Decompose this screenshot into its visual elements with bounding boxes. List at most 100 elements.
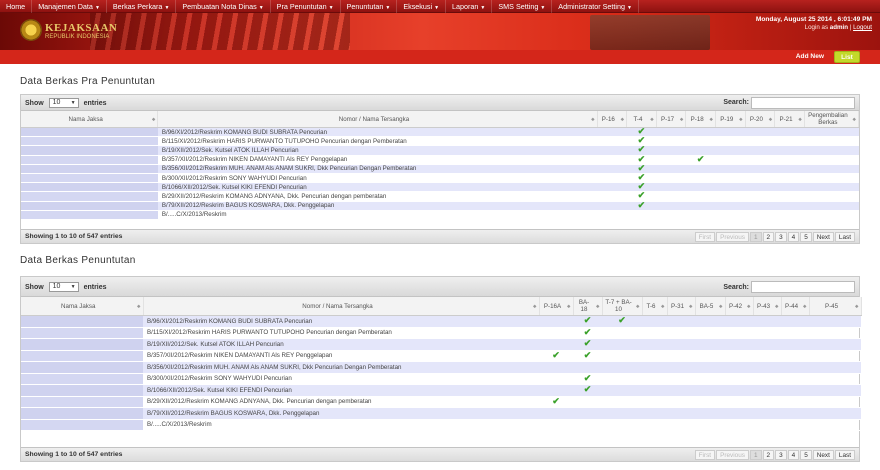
- column-status[interactable]: P-44 ◆: [781, 297, 810, 316]
- column-nama-jaksa[interactable]: Nama Jaksa ◆: [21, 111, 159, 128]
- column-status[interactable]: P-43 ◆: [753, 297, 782, 316]
- search-input[interactable]: [751, 281, 855, 293]
- table-row[interactable]: B/357/XII/2012/Reskrim NIKEN DAMAYANTI A…: [21, 350, 861, 362]
- nomor-tersangka-cell[interactable]: B/356/XII/2012/Reskrim MUH. ANAM Als ANA…: [157, 164, 598, 174]
- column-status[interactable]: P-18 ◆: [685, 111, 716, 128]
- table-row[interactable]: B/29/XII/2012/Reskrim KOMANG ADNYANA, Dk…: [21, 191, 859, 202]
- table-row[interactable]: B/96/XI/2012/Reskrim KOMANG BUDI SUBRATA…: [21, 127, 859, 138]
- nomor-tersangka-cell[interactable]: B/1066/XII/2012/Sek. Kutsel KIKI EFENDI …: [143, 384, 539, 397]
- table-row[interactable]: B/115/XI/2012/Reskrim HARIS PURWANTO TUT…: [21, 327, 861, 339]
- table-row[interactable]: B/1066/XII/2012/Sek. Kutsel KIKI EFENDI …: [21, 182, 859, 193]
- page-size-select[interactable]: 10 ▼: [48, 98, 79, 108]
- column-status[interactable]: T-4 ◆: [626, 111, 657, 128]
- search-input[interactable]: [751, 97, 855, 109]
- page-button[interactable]: 2: [762, 450, 775, 460]
- column-status[interactable]: P-45 ◆: [809, 297, 862, 316]
- list-button[interactable]: List: [834, 51, 860, 63]
- nav-item[interactable]: Pembuatan Nota Dinas ▼: [176, 0, 271, 13]
- column-status[interactable]: BA-18 ◆: [573, 297, 603, 316]
- logout-link[interactable]: Logout: [853, 24, 872, 31]
- nomor-tersangka-cell[interactable]: B/29/XII/2012/Reskrim KOMANG ADNYANA, Dk…: [143, 396, 539, 408]
- table-row[interactable]: B/300/XII/2012/Reskrim SONY WAHYUDI Penc…: [21, 373, 861, 385]
- nav-item[interactable]: Home: [0, 0, 33, 13]
- table-row[interactable]: B/300/XII/2012/Reskrim SONY WAHYUDI Penc…: [21, 173, 859, 184]
- table-row[interactable]: B/115/XI/2012/Reskrim HARIS PURWANTO TUT…: [21, 136, 859, 147]
- column-status[interactable]: P-31 ◆: [667, 297, 696, 316]
- nav-item[interactable]: Penuntutan ▼: [341, 0, 398, 13]
- column-status[interactable]: P-19 ◆: [715, 111, 746, 128]
- page-button[interactable]: First: [694, 450, 716, 460]
- column-status[interactable]: P-42 ◆: [725, 297, 754, 316]
- page-button[interactable]: 2: [762, 232, 775, 242]
- table-row[interactable]: B/79/XII/2012/Reskrim BAGUS KOSWARA, Dkk…: [21, 407, 861, 420]
- page-button[interactable]: Next: [812, 232, 834, 242]
- table-row[interactable]: B/19/XII/2012/Sek. Kutsel ATOK ILLAH Pen…: [21, 145, 859, 156]
- page-button[interactable]: 1: [749, 232, 762, 242]
- nomor-tersangka-cell[interactable]: B/300/XII/2012/Reskrim SONY WAHYUDI Penc…: [143, 373, 539, 385]
- page-button[interactable]: 1: [749, 450, 762, 460]
- nav-item[interactable]: Berkas Perkara ▼: [107, 0, 177, 13]
- table-row[interactable]: B/29/XII/2012/Reskrim KOMANG ADNYANA, Dk…: [21, 396, 861, 408]
- status-cell: [715, 201, 746, 211]
- nomor-tersangka-cell[interactable]: B/357/XII/2012/Reskrim NIKEN DAMAYANTI A…: [143, 350, 539, 362]
- column-status[interactable]: BA-5 ◆: [695, 297, 726, 316]
- page-button[interactable]: 5: [800, 232, 812, 242]
- page-button[interactable]: 5: [800, 450, 812, 460]
- column-nama-jaksa[interactable]: Nama Jaksa ◆: [21, 297, 144, 316]
- nomor-tersangka-cell[interactable]: B/.....C/X/2013/Reskrim: [143, 419, 539, 431]
- nav-item[interactable]: Administrator Setting ▼: [552, 0, 639, 13]
- nomor-tersangka-cell[interactable]: B/19/XII/2012/Sek. Kutsel ATOK ILLAH Pen…: [143, 338, 539, 351]
- nomor-tersangka-cell[interactable]: B/19/XII/2012/Sek. Kutsel ATOK ILLAH Pen…: [157, 145, 598, 156]
- add-new-button[interactable]: Add New: [796, 52, 824, 62]
- page-button[interactable]: 4: [787, 232, 800, 242]
- nav-item[interactable]: Eksekusi ▼: [397, 0, 447, 13]
- column-nomor-tersangka[interactable]: Nomor / Nama Tersangka ◆: [143, 297, 540, 316]
- nomor-tersangka-cell[interactable]: B/357/XII/2012/Reskrim NIKEN DAMAYANTI A…: [157, 155, 598, 165]
- page-button[interactable]: Last: [834, 450, 855, 460]
- nomor-tersangka-cell[interactable]: B/300/XII/2012/Reskrim SONY WAHYUDI Penc…: [157, 173, 598, 184]
- table-row[interactable]: B/19/XII/2012/Sek. Kutsel ATOK ILLAH Pen…: [21, 338, 861, 351]
- table-row[interactable]: B/356/XII/2012/Reskrim MUH. ANAM Als ANA…: [21, 164, 859, 174]
- page-size-select[interactable]: 10 ▼: [48, 282, 79, 292]
- column-status[interactable]: P-20 ◆: [745, 111, 776, 128]
- column-status[interactable]: P-21 ◆: [774, 111, 805, 128]
- nav-item[interactable]: SMS Setting ▼: [492, 0, 553, 13]
- nav-item[interactable]: Pra Penuntutan ▼: [271, 0, 341, 13]
- column-status[interactable]: T-6 ◆: [642, 297, 668, 316]
- nomor-tersangka-cell[interactable]: B/79/XII/2012/Reskrim BAGUS KOSWARA, Dkk…: [143, 407, 539, 420]
- nomor-tersangka-cell[interactable]: B/96/XI/2012/Reskrim KOMANG BUDI SUBRATA…: [157, 127, 598, 138]
- column-status[interactable]: P-16A ◆: [539, 297, 574, 316]
- page-button[interactable]: 4: [787, 450, 800, 460]
- page-button[interactable]: First: [694, 232, 716, 242]
- column-status[interactable]: T-7 + BA-10 ◆: [602, 297, 643, 316]
- table-row[interactable]: B/79/XII/2012/Reskrim BAGUS KOSWARA, Dkk…: [21, 201, 859, 211]
- status-cell: [715, 164, 746, 174]
- nomor-tersangka-cell[interactable]: B/96/XI/2012/Reskrim KOMANG BUDI SUBRATA…: [143, 315, 539, 328]
- nav-item[interactable]: Manajemen Data ▼: [32, 0, 107, 13]
- column-status[interactable]: P-17 ◆: [656, 111, 687, 128]
- column-nomor-tersangka[interactable]: Nomor / Nama Tersangka ◆: [157, 111, 598, 128]
- page-button[interactable]: Previous: [716, 450, 749, 460]
- nomor-tersangka-cell[interactable]: B/29/XII/2012/Reskrim KOMANG ADNYANA, Dk…: [157, 191, 598, 202]
- page-button[interactable]: Next: [812, 450, 834, 460]
- page-button[interactable]: Previous: [716, 232, 749, 242]
- checkmark-icon: ✔: [583, 384, 592, 395]
- table-row[interactable]: B/.....C/X/2013/Reskrim: [21, 419, 861, 431]
- nav-item[interactable]: Laporan ▼: [446, 0, 493, 13]
- table-row[interactable]: B/357/XII/2012/Reskrim NIKEN DAMAYANTI A…: [21, 155, 859, 165]
- nomor-tersangka-cell[interactable]: B/1066/XII/2012/Sek. Kutsel KIKI EFENDI …: [157, 182, 598, 193]
- table-row[interactable]: B/356/XII/2012/Reskrim MUH. ANAM Als ANA…: [21, 361, 861, 374]
- nomor-tersangka-cell[interactable]: B/.....C/X/2013/Reskrim: [157, 210, 598, 220]
- table-row[interactable]: B/1066/XII/2012/Sek. Kutsel KIKI EFENDI …: [21, 384, 861, 397]
- nomor-tersangka-cell[interactable]: B/115/XI/2012/Reskrim HARIS PURWANTO TUT…: [143, 327, 539, 339]
- page-button[interactable]: 3: [775, 450, 787, 460]
- column-status[interactable]: P-16 ◆: [597, 111, 628, 128]
- table-row[interactable]: B/.....C/X/2013/Reskrim: [21, 210, 859, 220]
- nomor-tersangka-cell[interactable]: B/79/XII/2012/Reskrim BAGUS KOSWARA, Dkk…: [157, 201, 598, 211]
- table-row[interactable]: B/96/XI/2012/Reskrim KOMANG BUDI SUBRATA…: [21, 315, 861, 328]
- nomor-tersangka-cell[interactable]: B/115/XI/2012/Reskrim HARIS PURWANTO TUT…: [157, 136, 598, 147]
- page-button[interactable]: 3: [775, 232, 787, 242]
- column-status[interactable]: Pengembalian Berkas ◆: [804, 111, 860, 128]
- page-button[interactable]: Last: [834, 232, 855, 242]
- nomor-tersangka-cell[interactable]: B/356/XII/2012/Reskrim MUH. ANAM Als ANA…: [143, 361, 539, 374]
